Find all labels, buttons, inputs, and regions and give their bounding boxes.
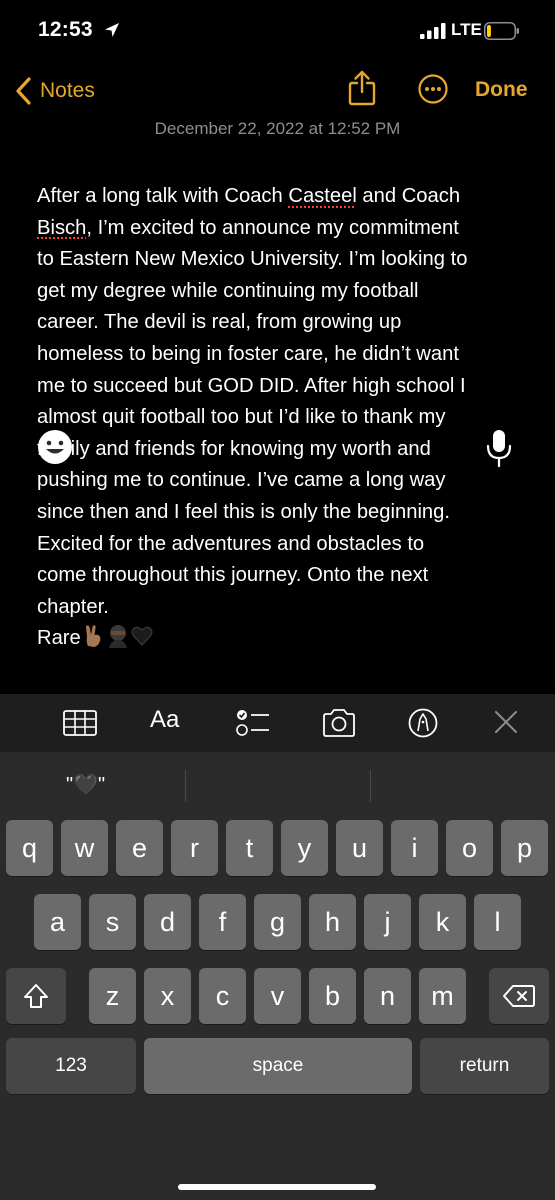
- keyboard: "🖤" q w e r t y u i o p a s d f g h j k …: [0, 752, 555, 1200]
- markup-pen-icon[interactable]: [408, 708, 438, 738]
- emoji-icon[interactable]: [36, 428, 74, 466]
- key-d[interactable]: d: [144, 894, 191, 950]
- key-x[interactable]: x: [144, 968, 191, 1024]
- key-a[interactable]: a: [34, 894, 81, 950]
- key-i[interactable]: i: [391, 820, 438, 876]
- key-p[interactable]: p: [501, 820, 548, 876]
- key-j[interactable]: j: [364, 894, 411, 950]
- key-n[interactable]: n: [364, 968, 411, 1024]
- key-o[interactable]: o: [446, 820, 493, 876]
- note-line: After a long talk with Coach Casteel and…: [37, 185, 461, 207]
- key-l[interactable]: l: [474, 894, 521, 950]
- victory-hand-emoji: [85, 625, 101, 648]
- space-key[interactable]: space: [144, 1038, 412, 1094]
- key-s[interactable]: s: [89, 894, 136, 950]
- key-z[interactable]: z: [89, 968, 136, 1024]
- key-v[interactable]: v: [254, 968, 301, 1024]
- shift-icon: [24, 984, 48, 1008]
- prediction-bar: "🖤": [0, 752, 555, 804]
- prediction-divider: [185, 770, 186, 802]
- key-k[interactable]: k: [419, 894, 466, 950]
- black-heart-emoji: [131, 627, 153, 647]
- key-f[interactable]: f: [199, 894, 246, 950]
- key-e[interactable]: e: [116, 820, 163, 876]
- note-line: to Eastern New Mexico University. I’m lo…: [37, 248, 468, 271]
- key-m[interactable]: m: [419, 968, 466, 1024]
- note-line: me to succeed but GOD DID. After high sc…: [37, 374, 466, 397]
- network-type: LTE: [451, 20, 482, 39]
- note-line: homeless to being in foster care, he did…: [37, 342, 459, 365]
- note-line: get my degree while continuing my footba…: [37, 279, 419, 302]
- table-icon[interactable]: [63, 710, 97, 736]
- shift-key[interactable]: [6, 968, 66, 1024]
- key-g[interactable]: g: [254, 894, 301, 950]
- chevron-left-icon: [16, 77, 31, 105]
- back-label: Notes: [40, 79, 95, 102]
- note-line: career. The devil is real, from growing …: [37, 311, 402, 334]
- microphone-icon[interactable]: [486, 428, 512, 468]
- return-key[interactable]: return: [420, 1038, 549, 1094]
- location-arrow-icon: [105, 23, 119, 37]
- format-button[interactable]: Aa: [150, 706, 179, 734]
- note-line: chapter.: [37, 595, 109, 618]
- note-line: Excited for the adventures and obstacles…: [37, 532, 425, 555]
- key-r[interactable]: r: [171, 820, 218, 876]
- cellular-signal-icon: [420, 23, 446, 39]
- key-y[interactable]: y: [281, 820, 328, 876]
- back-button[interactable]: Notes: [14, 74, 95, 108]
- misspelled-word: Casteel: [288, 185, 357, 207]
- emoji-group: [83, 624, 153, 649]
- key-c[interactable]: c: [199, 968, 246, 1024]
- backspace-key[interactable]: [489, 968, 549, 1024]
- note-body[interactable]: After a long talk with Coach Casteel and…: [37, 181, 527, 655]
- share-icon[interactable]: [348, 70, 376, 106]
- note-line: Bisch, I’m excited to announce my commit…: [37, 216, 459, 239]
- note-line: family and friends for knowing my worth …: [37, 437, 431, 460]
- key-h[interactable]: h: [309, 894, 356, 950]
- camera-icon[interactable]: [321, 708, 357, 738]
- note-line: Rare: [37, 623, 527, 655]
- key-t[interactable]: t: [226, 820, 273, 876]
- note-date: December 22, 2022 at 12:52 PM: [154, 119, 401, 138]
- note-line: almost quit football too but I’d like to…: [37, 406, 446, 429]
- key-q[interactable]: q: [6, 820, 53, 876]
- key-b[interactable]: b: [309, 968, 356, 1024]
- note-line: since then and I feel this is only the b…: [37, 500, 450, 523]
- close-icon[interactable]: [494, 710, 518, 734]
- done-button[interactable]: Done: [475, 78, 528, 102]
- key-w[interactable]: w: [61, 820, 108, 876]
- misspelled-word: Bisch: [37, 216, 87, 239]
- notes-toolbar: Aa: [0, 694, 555, 752]
- note-line: come throughout this journey. Onto the n…: [37, 564, 429, 587]
- key-u[interactable]: u: [336, 820, 383, 876]
- backspace-icon: [503, 985, 535, 1007]
- status-bar: 12:53 LTE: [0, 0, 555, 62]
- home-indicator[interactable]: [178, 1184, 376, 1190]
- prediction-suggestion[interactable]: "🖤": [66, 772, 105, 797]
- ninja-emoji: [108, 625, 127, 649]
- battery-icon: [484, 22, 519, 40]
- prediction-divider: [370, 770, 371, 802]
- status-time: 12:53: [38, 18, 93, 41]
- note-line: pushing me to continue. I’ve came a long…: [37, 469, 446, 492]
- numbers-key[interactable]: 123: [6, 1038, 136, 1094]
- checklist-icon[interactable]: [236, 708, 270, 738]
- more-circle-icon[interactable]: [418, 74, 448, 104]
